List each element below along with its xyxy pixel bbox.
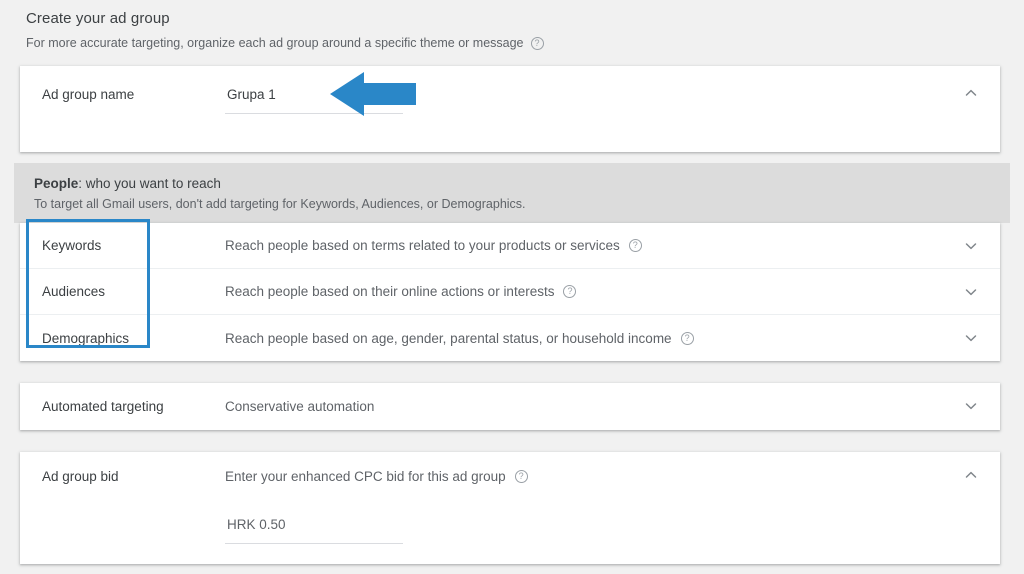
targeting-desc-keywords: Reach people based on terms related to y… <box>225 238 620 253</box>
help-icon[interactable]: ? <box>563 285 577 298</box>
ad-group-name-label: Ad group name <box>42 87 135 102</box>
people-subtitle: To target all Gmail users, don't add tar… <box>34 197 526 211</box>
targeting-label-audiences: Audiences <box>42 284 106 299</box>
help-icon[interactable]: ? <box>628 239 642 252</box>
page-subtitle-text: For more accurate targeting, organize ea… <box>26 36 524 50</box>
ad-group-bid-card: Ad group bid Enter your enhanced CPC bid… <box>20 452 1000 564</box>
chevron-down-icon[interactable] <box>964 285 978 299</box>
automated-targeting-card: Automated targeting Conservative automat… <box>20 383 1000 430</box>
targeting-row-keywords[interactable]: Keywords Reach people based on terms rel… <box>20 223 1000 269</box>
automated-targeting-value: Conservative automation <box>225 399 375 414</box>
automated-targeting-row[interactable]: Automated targeting Conservative automat… <box>20 383 1000 429</box>
help-icon[interactable]: ? <box>514 470 528 483</box>
targeting-row-audiences[interactable]: Audiences Reach people based on their on… <box>20 269 1000 315</box>
page-title: Create your ad group <box>26 10 170 27</box>
ad-group-bid-description: Enter your enhanced CPC bid for this ad … <box>225 469 506 484</box>
ad-group-name-row[interactable]: Ad group name Grupa 1 <box>20 66 1000 114</box>
targeting-desc-audiences: Reach people based on their online actio… <box>225 284 555 299</box>
chevron-up-icon[interactable] <box>964 468 978 482</box>
people-title-rest: : who you want to reach <box>78 176 221 191</box>
automated-targeting-label: Automated targeting <box>42 399 164 414</box>
chevron-up-icon[interactable] <box>964 86 978 100</box>
help-icon[interactable]: ? <box>680 331 694 345</box>
targeting-options-card: Keywords Reach people based on terms rel… <box>20 223 1000 361</box>
people-title: People: who you want to reach <box>34 174 1010 193</box>
targeting-row-demographics[interactable]: Demographics Reach people based on age, … <box>20 315 1000 361</box>
targeting-label-keywords: Keywords <box>42 238 102 253</box>
help-icon[interactable]: ? <box>530 36 544 50</box>
targeting-label-demographics: Demographics <box>42 330 130 346</box>
targeting-body-keywords: Reach people based on terms related to y… <box>225 236 1000 255</box>
people-title-strong: People <box>34 176 79 191</box>
ad-group-bid-label: Ad group bid <box>42 469 119 484</box>
ad-group-name-input[interactable]: Grupa 1 <box>225 85 403 114</box>
chevron-down-icon[interactable] <box>964 399 978 413</box>
ad-group-name-body: Grupa 1 <box>225 66 1000 114</box>
page-subtitle: For more accurate targeting, organize ea… <box>26 34 1024 52</box>
ad-group-name-card: Ad group name Grupa 1 <box>20 66 1000 152</box>
people-section-header: People: who you want to reach To target … <box>14 163 1010 223</box>
ad-group-bid-body: Enter your enhanced CPC bid for this ad … <box>225 452 1000 544</box>
page-header: Create your ad group For more accurate t… <box>0 0 1024 52</box>
targeting-body-audiences: Reach people based on their online actio… <box>225 282 1000 301</box>
chevron-down-icon[interactable] <box>964 239 978 253</box>
targeting-body-demographics: Reach people based on age, gender, paren… <box>225 329 1000 348</box>
targeting-desc-demographics: Reach people based on age, gender, paren… <box>225 330 672 346</box>
ad-group-bid-input[interactable]: HRK 0.50 <box>225 515 403 544</box>
chevron-down-icon[interactable] <box>964 331 978 345</box>
ad-group-bid-row[interactable]: Ad group bid Enter your enhanced CPC bid… <box>20 452 1000 544</box>
